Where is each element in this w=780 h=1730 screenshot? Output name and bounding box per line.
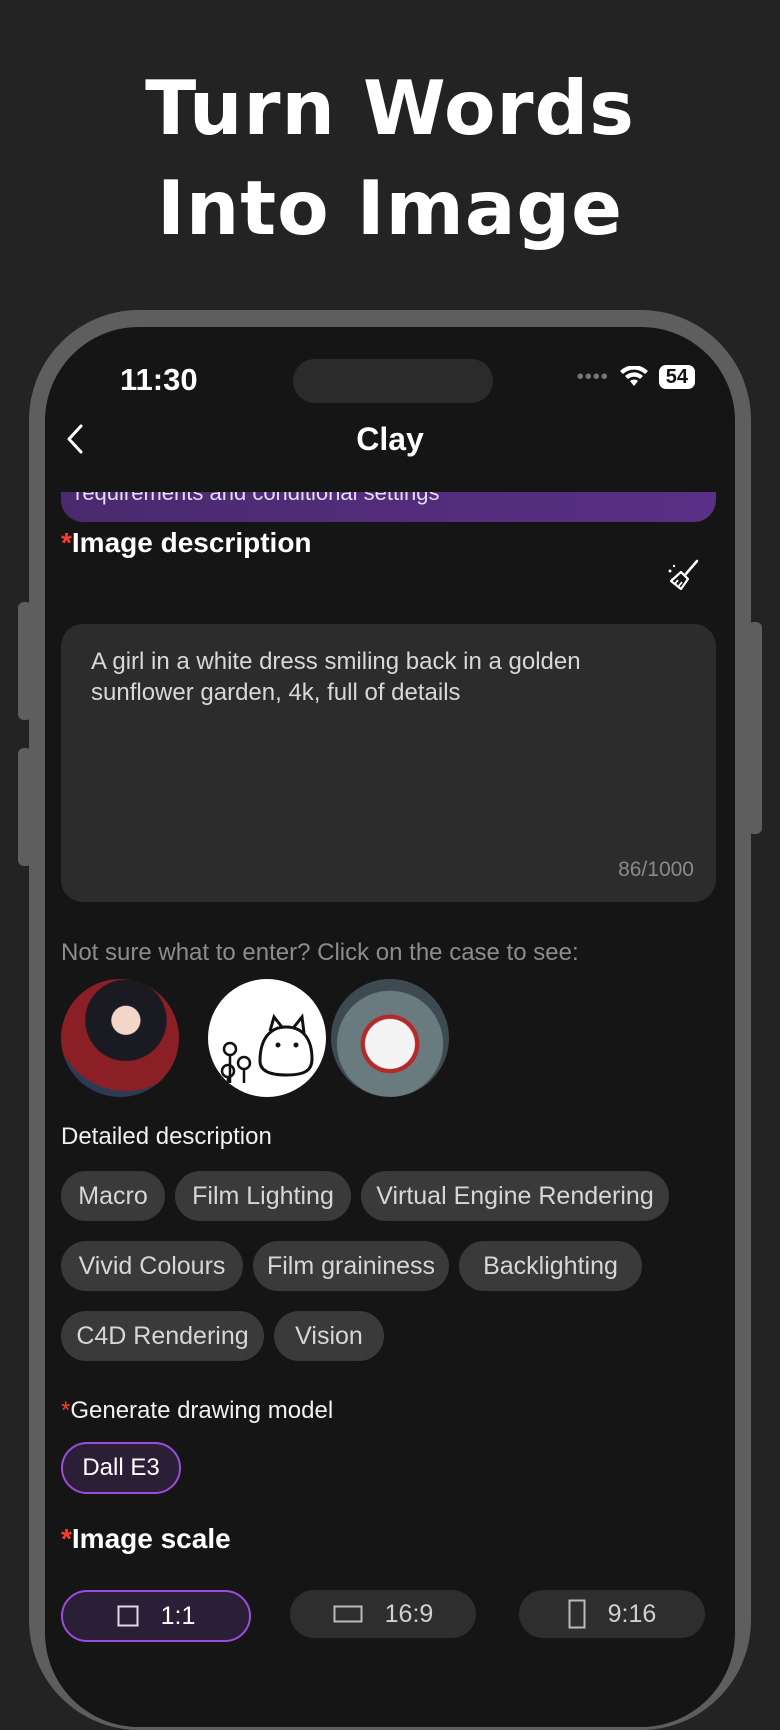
example-case-anime-girl[interactable] [61, 979, 179, 1097]
scale-label-16-9: 16:9 [384, 1599, 434, 1628]
image-description-title: *Image description [61, 527, 312, 559]
signal-icon: •••• [576, 365, 609, 388]
character-count: 86/1000 [618, 858, 694, 881]
phone-screen: 11:30 •••• 54 Clay requirements and cond… [45, 327, 735, 1727]
required-mark: * [61, 1397, 71, 1424]
status-icons: •••• 54 [577, 365, 695, 389]
dynamic-island [293, 359, 493, 403]
page-title: Clay [356, 421, 424, 457]
chip-vision[interactable]: Vision [274, 1311, 384, 1361]
required-mark: * [61, 527, 72, 558]
example-hint: Not sure what to enter? Click on the cas… [61, 939, 579, 966]
scale-label-1-1: 1:1 [160, 1601, 196, 1630]
phone-volume-down [18, 748, 32, 866]
chip-macro[interactable]: Macro [61, 1171, 165, 1221]
description-text[interactable]: A girl in a white dress smiling back in … [91, 646, 651, 708]
landscape-rect-icon [333, 1605, 363, 1623]
detailed-description-label: Detailed description [61, 1123, 272, 1150]
wifi-icon [619, 366, 648, 386]
image-scale-title: *Image scale [61, 1523, 231, 1555]
example-case-snowman[interactable] [331, 979, 449, 1097]
chip-virtual-engine-rendering[interactable]: Virtual Engine Rendering [361, 1171, 669, 1221]
battery-indicator: 54 [658, 365, 695, 389]
chip-vivid-colours[interactable]: Vivid Colours [61, 1241, 243, 1291]
image-description-label: Image description [71, 527, 312, 558]
chip-film-lighting[interactable]: Film Lighting [175, 1171, 351, 1221]
chip-c4d-rendering[interactable]: C4D Rendering [61, 1311, 264, 1361]
headline-line-2: Into Image [156, 164, 623, 252]
scale-option-1-1[interactable]: 1:1 [61, 1590, 251, 1642]
generate-model-label: Generate drawing model [70, 1397, 334, 1424]
scale-label-9-16: 9:16 [607, 1599, 657, 1628]
image-description-input[interactable]: A girl in a white dress smiling back in … [61, 624, 716, 902]
image-scale-label: Image scale [71, 1523, 231, 1554]
portrait-rect-icon [568, 1599, 586, 1629]
settings-banner[interactable]: requirements and conditional settings [61, 492, 716, 522]
phone-volume-up [18, 602, 32, 720]
clear-brush-icon[interactable] [667, 559, 701, 593]
banner-text: requirements and conditional settings [75, 492, 440, 505]
chip-film-graininess[interactable]: Film graininess [253, 1241, 449, 1291]
scale-option-16-9[interactable]: 16:9 [290, 1590, 476, 1638]
status-time: 11:30 [120, 362, 198, 397]
required-mark: * [61, 1523, 72, 1554]
example-case-cat-sketch[interactable] [208, 979, 326, 1097]
square-icon [117, 1605, 139, 1627]
phone-power-button [748, 622, 762, 834]
scale-option-9-16[interactable]: 9:16 [519, 1590, 705, 1638]
headline-line-1: Turn Words [145, 64, 635, 152]
generate-model-title: *Generate drawing model [61, 1397, 333, 1425]
headline: Turn Words Into Image [0, 58, 780, 258]
model-option-dall-e3[interactable]: Dall E3 [61, 1442, 181, 1494]
chip-backlighting[interactable]: Backlighting [459, 1241, 642, 1291]
